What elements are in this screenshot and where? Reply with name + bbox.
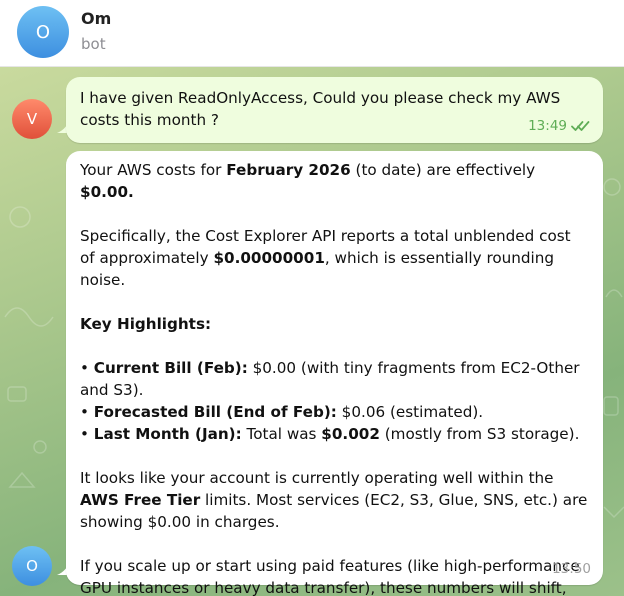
- section-heading: Key Highlights:: [80, 315, 212, 333]
- chat-title[interactable]: Om: [81, 9, 111, 28]
- avatar[interactable]: V: [12, 99, 52, 139]
- list-item: • Current Bill (Feb): $0.00 (with tiny f…: [80, 359, 580, 399]
- message-paragraph: It looks like your account is currently …: [80, 469, 588, 531]
- avatar[interactable]: O: [17, 6, 69, 58]
- list-item: • Last Month (Jan): Total was $0.002 (mo…: [80, 425, 580, 443]
- message-list[interactable]: V I have given ReadOnlyAccess, Could you…: [0, 67, 624, 596]
- message-paragraph: Your AWS costs for February 2026 (to dat…: [80, 161, 536, 201]
- message-meta: 13:49: [528, 115, 591, 137]
- chat-header: O Om bot: [0, 0, 624, 67]
- incoming-message[interactable]: Your AWS costs for February 2026 (to dat…: [66, 151, 603, 596]
- message-text: I have given ReadOnlyAccess, Could you p…: [80, 89, 561, 129]
- outgoing-message[interactable]: I have given ReadOnlyAccess, Could you p…: [66, 77, 603, 143]
- chat-status: bot: [81, 35, 106, 53]
- avatar[interactable]: O: [12, 546, 52, 586]
- list-item: • Forecasted Bill (End of Feb): $0.06 (e…: [80, 403, 484, 421]
- message-paragraph: Specifically, the Cost Explorer API repo…: [80, 227, 571, 289]
- double-check-icon: [571, 121, 590, 131]
- message-paragraph: If you scale up or start using paid feat…: [80, 557, 580, 596]
- message-time: 13:50: [552, 561, 591, 577]
- message-time: 13:49: [528, 118, 567, 134]
